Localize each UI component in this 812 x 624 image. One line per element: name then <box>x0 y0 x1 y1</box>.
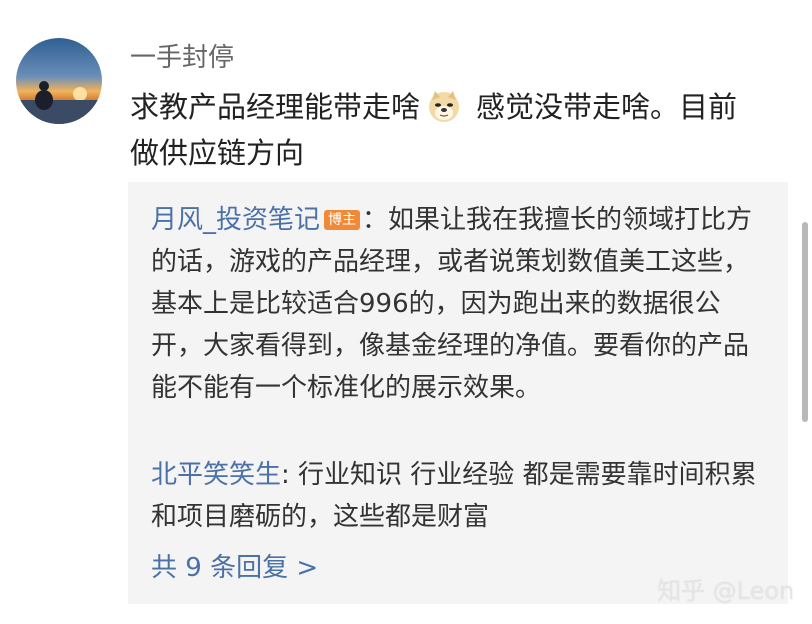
comment-text-part1: 求教产品经理能带走啥 <box>130 90 421 124</box>
reply-item: 月风_投资笔记 博主 ：如果让我在我擅长的领域打比方的话，游戏的产品经理，或者说策划… <box>151 199 761 409</box>
comment-text: 求教产品经理能带走啥 感觉没带走啥。目前 做供应链方向 <box>130 84 790 176</box>
reply-author[interactable]: 月风_投资笔记 <box>151 205 320 235</box>
view-all-replies-link[interactable]: 共 9 条回复 > <box>151 546 318 590</box>
author-badge: 博主 <box>324 210 361 230</box>
avatar[interactable] <box>16 38 102 124</box>
reply-separator: : <box>281 460 299 490</box>
comment-username[interactable]: 一手封停 <box>130 40 234 76</box>
reply-author[interactable]: 北平笑笑生 <box>151 460 281 490</box>
replies-panel: 月风_投资笔记 博主 ：如果让我在我擅长的领域打比方的话，游戏的产品经理，或者说策划… <box>128 182 788 604</box>
doge-emoji-icon <box>426 88 462 124</box>
reply-item: 北平笑笑生: 行业知识 行业经验 都是需要靠时间积累和项目磨砺的，这些都是财富 <box>151 454 761 538</box>
reply-separator: ： <box>362 205 389 235</box>
watermark: 知乎 @Leon <box>657 577 795 605</box>
scrollbar[interactable] <box>802 222 808 422</box>
